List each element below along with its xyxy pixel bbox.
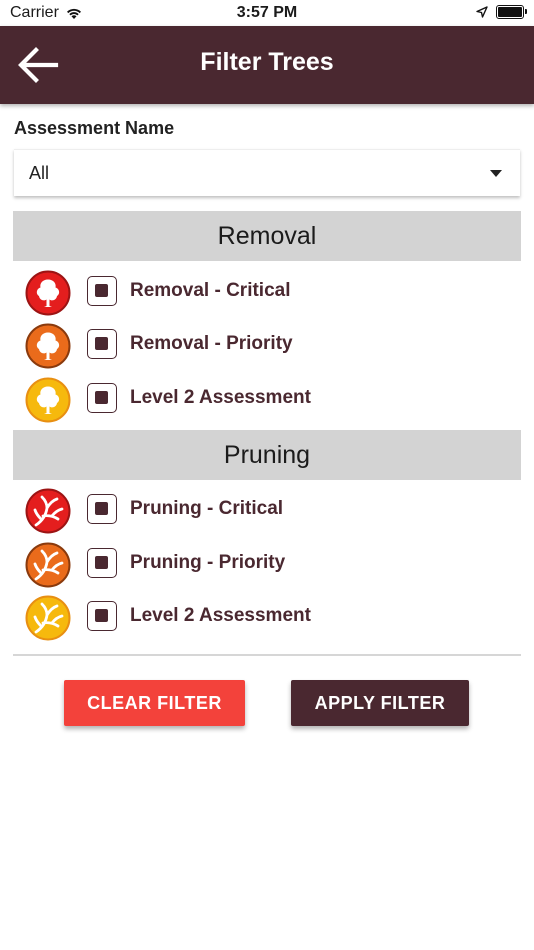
section-header-removal: Removal xyxy=(13,211,521,261)
caret-down-icon xyxy=(490,170,502,177)
branch-icon xyxy=(25,488,71,534)
filter-row-removal-critical[interactable]: Removal - Critical xyxy=(0,268,534,316)
apply-filter-button[interactable]: APPLY FILTER xyxy=(291,680,469,726)
pruning-level2-checkbox[interactable] xyxy=(87,601,117,631)
filter-row-pruning-critical[interactable]: Pruning - Critical xyxy=(0,486,534,534)
removal-priority-label: Removal - Priority xyxy=(130,333,293,354)
assessment-name-dropdown[interactable]: All xyxy=(14,149,520,196)
pruning-priority-label: Pruning - Priority xyxy=(130,552,286,573)
divider xyxy=(13,654,521,656)
battery-icon xyxy=(496,5,527,19)
pruning-critical-checkbox[interactable] xyxy=(87,494,117,524)
filter-row-removal-priority[interactable]: Removal - Priority xyxy=(0,321,534,369)
filter-row-pruning-level2[interactable]: Level 2 Assessment xyxy=(0,593,534,641)
removal-priority-checkbox[interactable] xyxy=(87,329,117,359)
branch-icon xyxy=(25,542,71,588)
pruning-critical-label: Pruning - Critical xyxy=(130,498,284,519)
location-arrow-icon xyxy=(476,6,488,18)
status-bar: Carrier 3:57 PM xyxy=(0,0,534,26)
status-right xyxy=(476,5,527,19)
tree-icon xyxy=(25,323,71,369)
status-time: 3:57 PM xyxy=(236,4,298,21)
filter-row-removal-level2[interactable]: Level 2 Assessment xyxy=(0,375,534,423)
tree-icon xyxy=(25,270,71,316)
section-header-pruning: Pruning xyxy=(13,430,521,480)
branch-icon xyxy=(25,595,71,641)
pruning-level2-label: Level 2 Assessment xyxy=(130,605,311,626)
clear-filter-button[interactable]: CLEAR FILTER xyxy=(64,680,245,726)
pruning-priority-checkbox[interactable] xyxy=(87,548,117,578)
tree-icon xyxy=(25,377,71,423)
removal-critical-label: Removal - Critical xyxy=(130,280,291,301)
assessment-name-value: All xyxy=(29,163,50,183)
removal-level2-checkbox[interactable] xyxy=(87,383,117,413)
page-title: Filter Trees xyxy=(200,48,334,76)
assessment-name-label: Assessment Name xyxy=(14,118,175,138)
app-bar: Filter Trees xyxy=(0,26,534,104)
filter-row-pruning-priority[interactable]: Pruning - Priority xyxy=(0,540,534,588)
removal-critical-checkbox[interactable] xyxy=(87,276,117,306)
removal-level2-label: Level 2 Assessment xyxy=(130,387,311,408)
